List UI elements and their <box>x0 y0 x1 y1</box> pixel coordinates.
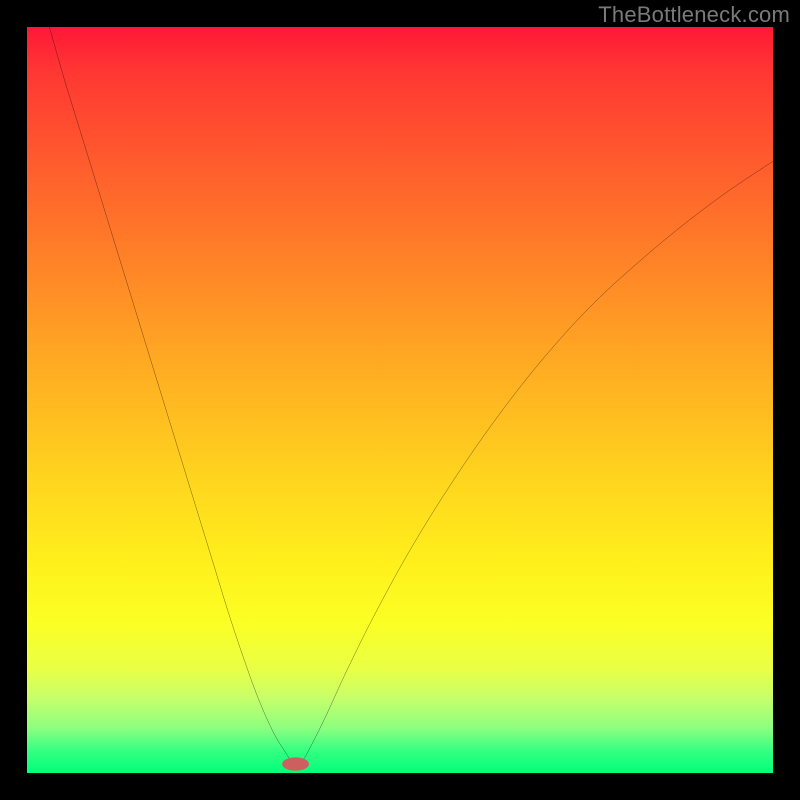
optimal-point-marker <box>282 757 309 770</box>
curve-layer <box>27 27 773 773</box>
bottleneck-curve <box>49 27 773 764</box>
watermark-text: TheBottleneck.com <box>598 2 790 28</box>
plot-area <box>27 27 773 773</box>
chart-frame: TheBottleneck.com <box>0 0 800 800</box>
